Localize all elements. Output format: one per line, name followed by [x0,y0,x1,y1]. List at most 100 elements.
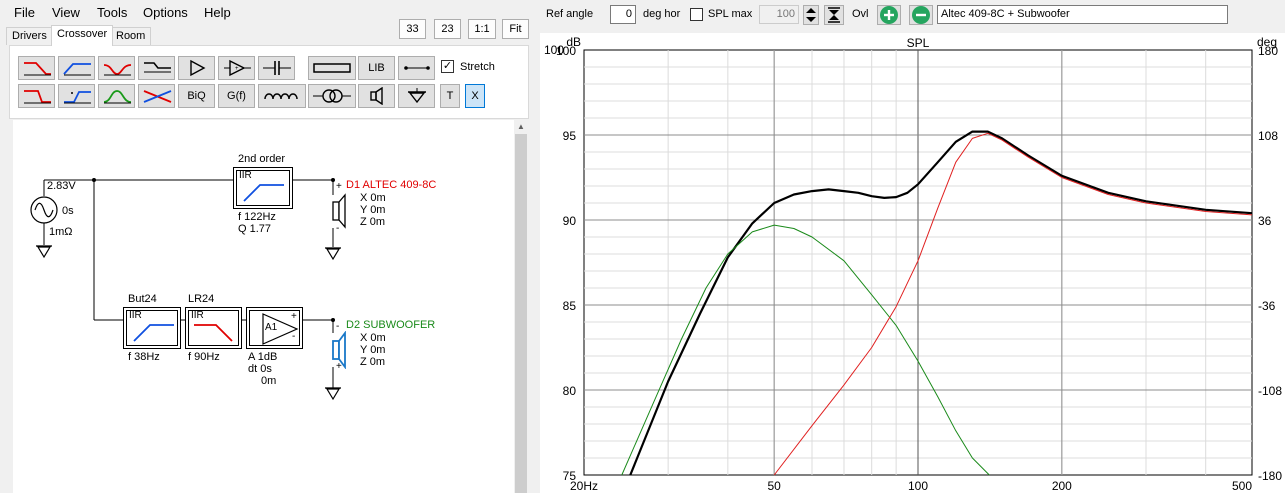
spl-max-input[interactable]: 100 [759,5,799,24]
spl-chart: 1007580859095100-180-108-363610818020Hz 5… [544,35,1282,493]
filter3-block[interactable]: IIR [185,307,242,349]
filter2-block[interactable]: IIR [123,307,181,349]
tab-room[interactable]: Room [110,27,152,45]
filter2-type: IIR [129,310,142,321]
source-voltage: 2.83V [47,180,76,192]
overlay-remove-button[interactable] [909,5,933,25]
y-tick-label: 85 [563,299,577,313]
tab-drivers[interactable]: Drivers [6,27,53,45]
resistor-button[interactable] [308,56,356,80]
menu-file[interactable]: File [14,5,35,20]
biquad-button[interactable]: BiQ [178,84,215,108]
zoom-1-1-button[interactable]: 1:1 [468,19,496,39]
schematic-scrollbar[interactable]: ▲ [514,120,528,493]
filter2-title: But24 [128,293,157,305]
spl-spin-button[interactable] [803,5,819,25]
crossover-schematic[interactable]: 2.83V 0s 1mΩ 2nd order IIR f 122Hz Q 1.7… [13,120,514,493]
transformer-button[interactable] [308,84,356,108]
spl-graph[interactable]: 100 75 80 85 90 95 100 -180 -108 -36 36 108 180 20Hz 5… [540,33,1285,493]
driver1-plus: + [336,181,342,192]
amplifier-delay: dt 0s [248,363,272,375]
overlay-add-button[interactable] [877,5,901,25]
driver2-name: D2 SUBWOOFER [346,319,436,331]
ref-angle-input[interactable]: 0 [610,5,636,24]
filter1-block[interactable]: IIR [233,167,293,209]
driver2-plus: + [336,361,342,372]
stretch-checkbox[interactable]: ✓ [441,60,454,73]
source-delay: 0s [62,205,74,217]
highpass-step-button[interactable] [58,84,95,108]
ground-icon [325,247,341,261]
highpass-icon [243,184,284,202]
capacitor-icon [262,61,291,75]
ground-button[interactable] [398,84,435,108]
amplifier-block[interactable]: A1 + - [246,307,303,349]
ground-icon [407,88,426,104]
allpass-button[interactable] [138,84,175,108]
tab-crossover[interactable]: Crossover [51,25,114,46]
shelf-button[interactable] [138,56,175,80]
shelf-icon [143,62,171,73]
capacitor-button[interactable] [258,56,295,80]
scroll-up-arrow-icon[interactable]: ▲ [514,120,528,134]
bandstop-red-button[interactable] [98,56,135,80]
menu-view[interactable]: View [52,5,80,20]
y-tick-label: 90 [563,214,577,228]
source-resistance: 1mΩ [49,226,73,238]
menu-help[interactable]: Help [204,5,231,20]
fit-button[interactable]: Fit [502,19,529,39]
speaker-icon [369,87,383,105]
zoom-23-button[interactable]: 23 [434,19,461,39]
amplifier-distance: 0m [261,375,277,387]
toolbox-panel: + LIB ✓ Stretch BiQ G(f) T X [9,45,529,119]
menu-tools[interactable]: Tools [97,5,127,20]
buffer-triangle-icon [189,59,205,77]
driver2-minus: - [336,321,340,332]
inductor-button[interactable] [258,84,306,108]
amplifier-button[interactable]: + [218,56,255,80]
deg-hor-label: deg hor [643,8,681,20]
resistor-icon [313,63,351,73]
highpass-icon [62,63,91,76]
lowpass-red-button[interactable] [18,56,55,80]
x-tick-label: 200 [1052,479,1072,493]
driver1-name: D1 ALTEC 409-8C [346,179,437,191]
highpass-steep-icon [63,91,91,104]
fit-range-button[interactable] [824,5,844,25]
filter3-title: LR24 [188,293,215,305]
menu-options[interactable]: Options [143,5,188,20]
overlay-name-input[interactable]: Altec 409-8C + Subwoofer [937,5,1228,24]
transfer-function-button[interactable]: G(f) [218,84,255,108]
amplifier-minus: - [292,331,296,342]
ac-source-icon[interactable] [29,195,59,225]
scroll-thumb[interactable] [515,134,527,493]
lowpass-icon [194,324,233,342]
delete-tool-button[interactable]: X [465,84,485,108]
driver1-z: Z 0m [360,216,386,228]
y-tick-label: 80 [563,384,577,398]
driver1-y: Y 0m [360,204,386,216]
spl-max-checkbox[interactable] [690,8,703,21]
y2-tick-label: -36 [1258,299,1276,313]
ref-angle-label: Ref angle [546,8,594,20]
lowpass-step-button[interactable] [18,84,55,108]
wire-button[interactable] [398,56,435,80]
inductor-icon [264,93,298,100]
zoom-33-button[interactable]: 33 [399,19,426,39]
speaker-button[interactable] [358,84,395,108]
transformer-icon [313,89,351,103]
buffer-button[interactable] [178,56,215,80]
spl-max-label: SPL max [708,8,753,20]
filter1-frequency: f 122Hz [238,211,276,223]
y2-tick-label: 36 [1258,214,1272,228]
minus-circle-icon [912,6,930,24]
text-tool-button[interactable]: T [440,84,460,108]
bandpass-green-button[interactable] [98,84,135,108]
lowpass-icon [23,62,51,76]
y2-tick-label: -108 [1258,384,1282,398]
highpass-blue-button[interactable] [58,56,95,80]
driver2-x: X 0m [360,332,386,344]
x-tick-label: 20Hz [570,479,598,493]
x-tick-label: 100 [908,479,928,493]
library-button[interactable]: LIB [358,56,395,80]
